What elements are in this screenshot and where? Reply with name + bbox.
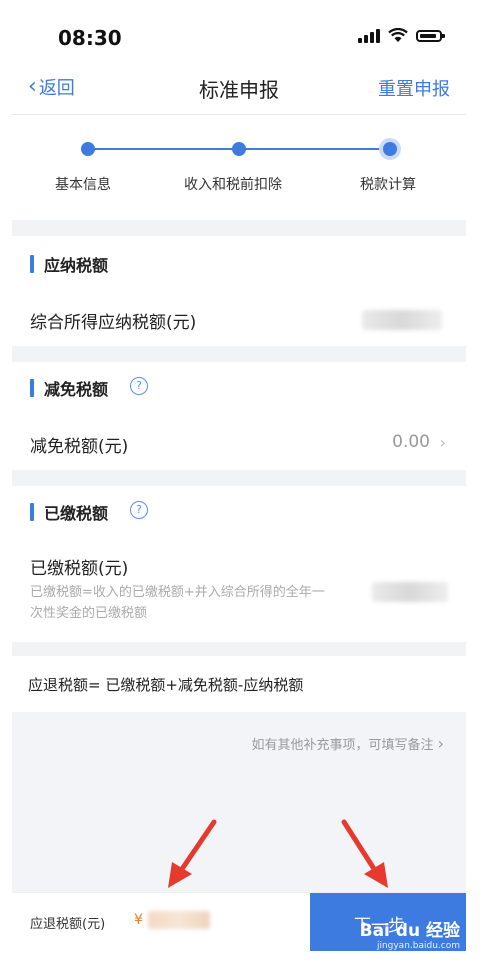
annotation-arrow-left — [168, 819, 217, 888]
section-gap — [12, 470, 466, 486]
section-accent-bar — [30, 379, 34, 397]
status-icons — [358, 28, 445, 43]
status-time: 08:30 — [58, 26, 122, 50]
row-payable-tax[interactable]: 综合所得应纳税额(元) — [12, 290, 466, 346]
section-title-paid: 已缴税额 — [44, 504, 109, 523]
wifi-icon — [388, 28, 408, 42]
help-icon[interactable]: ? — [130, 377, 148, 395]
section-title-reduction: 减免税额 — [44, 380, 109, 399]
section-header-payable: 应纳税额 — [12, 238, 466, 291]
annotation-arrow-right — [341, 819, 388, 888]
paid-desc-line-2: 次性奖金的已缴税额 — [30, 606, 148, 621]
section-accent-bar — [30, 503, 34, 521]
chevron-right-icon: › — [437, 734, 444, 753]
blurred-value — [372, 582, 448, 602]
status-bar: 08:30 — [12, 0, 466, 70]
section-title-payable: 应纳税额 — [44, 256, 109, 275]
chevron-right-icon: › — [439, 433, 446, 452]
step-label-basic-info: 基本信息 — [55, 177, 111, 193]
battery-icon — [416, 29, 445, 42]
section-header-reduction: 减免税额 ? — [12, 362, 466, 415]
nav-bar: ‹ 返回 标准申报 重置申报 — [12, 64, 466, 115]
step-dot-3-active — [379, 138, 401, 160]
refund-amount-label: 应退税额(元) — [30, 917, 106, 932]
blurred-refund-value — [148, 911, 210, 929]
section-header-paid: 已缴税额 ? — [12, 486, 466, 539]
remark-area[interactable]: 如有其他补充事项，可填写备注 › — [12, 712, 466, 892]
section-gap — [12, 220, 466, 236]
remark-placeholder: 如有其他补充事项，可填写备注 › — [251, 734, 444, 753]
step-dot-2 — [232, 142, 246, 156]
step-label-income: 收入和税前扣除 — [184, 177, 282, 193]
signal-icon — [358, 28, 380, 43]
reset-declaration-button[interactable]: 重置申报 — [378, 75, 450, 101]
row-paid-tax[interactable]: 已缴税额(元) 已缴税额=收入的已缴税额+并入综合所得的全年一 次性奖金的已缴税… — [12, 538, 466, 642]
row-label-reduction: 减免税额(元) — [30, 437, 129, 457]
row-value-reduction: 0.00 — [392, 432, 430, 452]
paid-desc-line-1: 已缴税额=收入的已缴税额+并入综合所得的全年一 — [30, 585, 325, 600]
step-dot-1 — [81, 142, 95, 156]
baidu-watermark: Bai du 经验 jingyan.baidu.com — [360, 916, 460, 951]
section-gap — [12, 642, 466, 656]
help-icon[interactable]: ? — [130, 501, 148, 519]
step-label-tax-calc: 税款计算 — [360, 177, 416, 193]
watermark-sub: jingyan.baidu.com — [376, 941, 460, 951]
refund-formula: 应退税额= 已缴税额+减免税额-应纳税额 — [28, 676, 304, 694]
phone-screen: 08:30 ‹ 返回 标准申报 重置申报 基本信息 收入和税前扣除 税款计算 应… — [12, 0, 466, 965]
row-label-paid: 已缴税额(元) — [30, 559, 129, 579]
blurred-value — [362, 310, 442, 330]
section-accent-bar — [30, 255, 34, 273]
currency-symbol: ¥ — [134, 912, 143, 928]
watermark-main: Bai du 经验 — [359, 921, 460, 941]
section-gap — [12, 346, 466, 362]
row-reduction-tax[interactable]: 减免税额(元) 0.00 › — [12, 414, 466, 470]
row-label-payable: 综合所得应纳税额(元) — [30, 313, 197, 333]
progress-stepper: 基本信息 收入和税前扣除 税款计算 — [12, 116, 466, 220]
paid-tax-description: 已缴税额=收入的已缴税额+并入综合所得的全年一 次性奖金的已缴税额 — [30, 582, 390, 624]
